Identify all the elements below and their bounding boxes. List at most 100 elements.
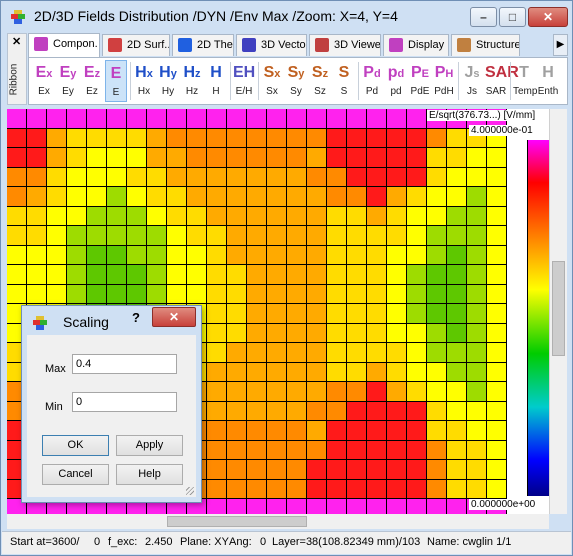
field-cell bbox=[67, 167, 87, 187]
field-cell bbox=[127, 284, 147, 304]
tab-1[interactable]: 2D Surf.. bbox=[102, 34, 170, 56]
tool-ez-button[interactable]: Ez Ez bbox=[81, 60, 103, 102]
field-cell bbox=[407, 440, 427, 460]
field-cell bbox=[207, 343, 227, 363]
tool-ex-button[interactable]: Ex Ex bbox=[33, 60, 55, 102]
field-cell bbox=[247, 382, 267, 402]
tool-hz-button[interactable]: Hz Hz bbox=[181, 60, 203, 102]
tool-glyph-sub: z bbox=[94, 68, 101, 80]
field-cell bbox=[427, 343, 447, 363]
field-cell bbox=[427, 401, 447, 421]
field-cell bbox=[107, 245, 127, 265]
dialog-close-button[interactable]: ✕ bbox=[152, 307, 196, 327]
field-cell bbox=[307, 323, 327, 343]
field-cell bbox=[407, 479, 427, 499]
field-cell bbox=[447, 401, 467, 421]
field-cell bbox=[387, 245, 407, 265]
field-cell bbox=[467, 206, 487, 226]
help-button[interactable]: Help bbox=[116, 464, 183, 485]
ok-button[interactable]: OK bbox=[42, 435, 109, 456]
field-cell bbox=[367, 148, 387, 168]
tool-e-h-button[interactable]: EH E/H bbox=[233, 60, 255, 102]
tool-glyph-icon: Sz bbox=[309, 60, 331, 86]
close-button[interactable]: ✕ bbox=[528, 7, 568, 27]
tab-0[interactable]: Compon. bbox=[28, 33, 100, 57]
tool-pdh-button[interactable]: PH PdH bbox=[433, 60, 455, 102]
tool-enth-button[interactable]: H Enth bbox=[537, 60, 559, 102]
tool-sar-button[interactable]: SAR SAR bbox=[485, 60, 519, 102]
field-cell bbox=[487, 460, 507, 480]
tool-h-button[interactable]: HH bbox=[205, 60, 227, 102]
max-input[interactable] bbox=[72, 354, 177, 374]
field-cell bbox=[287, 128, 307, 148]
field-cell bbox=[27, 167, 47, 187]
field-cell bbox=[247, 401, 267, 421]
field-cell bbox=[327, 499, 347, 514]
tool-temp-button[interactable]: T Temp bbox=[513, 60, 538, 102]
min-input[interactable] bbox=[72, 392, 177, 412]
tool-label: Temp bbox=[513, 86, 538, 97]
field-cell bbox=[327, 323, 347, 343]
tab-scroll-right-button[interactable]: ▶ bbox=[553, 34, 568, 56]
field-cell bbox=[7, 109, 27, 129]
field-cell bbox=[407, 421, 427, 441]
tab-2[interactable]: 2D Ther. bbox=[172, 34, 234, 56]
tab-6[interactable]: Structure bbox=[451, 34, 520, 56]
field-cell bbox=[427, 206, 447, 226]
maximize-button[interactable]: □ bbox=[499, 7, 526, 27]
field-cell bbox=[267, 128, 287, 148]
field-cell bbox=[487, 226, 507, 246]
tool-pd-button[interactable]: pd pd bbox=[385, 60, 407, 102]
resize-grip[interactable] bbox=[186, 487, 194, 495]
apply-button[interactable]: Apply bbox=[116, 435, 183, 456]
field-cell bbox=[387, 382, 407, 402]
field-cell bbox=[367, 226, 387, 246]
field-cell bbox=[247, 440, 267, 460]
field-cell bbox=[247, 128, 267, 148]
field-cell bbox=[207, 323, 227, 343]
tool-pd-button[interactable]: Pd Pd bbox=[361, 60, 383, 102]
minimize-button[interactable]: – bbox=[470, 7, 497, 27]
tab-3[interactable]: 3D Vector bbox=[236, 34, 307, 56]
tool-pde-button[interactable]: PE PdE bbox=[409, 60, 431, 102]
tool-e-button[interactable]: EE bbox=[105, 60, 127, 102]
field-cell bbox=[507, 343, 527, 363]
field-cell bbox=[287, 167, 307, 187]
field-cell bbox=[347, 265, 367, 285]
ribbon-collapse-button[interactable]: ✕ bbox=[12, 35, 21, 48]
tab-4[interactable]: 3D Viewer bbox=[309, 34, 381, 56]
tool-sx-button[interactable]: Sx Sx bbox=[261, 60, 283, 102]
field-cell bbox=[187, 226, 207, 246]
field-cell bbox=[187, 109, 207, 129]
tool-js-button[interactable]: Js Js bbox=[461, 60, 483, 102]
field-cell bbox=[247, 323, 267, 343]
vertical-scrollbar[interactable] bbox=[549, 109, 567, 514]
field-cell bbox=[7, 128, 27, 148]
field-cell bbox=[167, 284, 187, 304]
viewer-icon bbox=[315, 38, 329, 52]
field-cell bbox=[107, 109, 127, 129]
status-ang-label: Ang: bbox=[229, 536, 252, 548]
tool-hx-button[interactable]: Hx Hx bbox=[133, 60, 155, 102]
field-cell bbox=[287, 187, 307, 207]
horizontal-scrollbar[interactable] bbox=[7, 514, 549, 529]
cancel-button[interactable]: Cancel bbox=[42, 464, 109, 485]
min-label: Min bbox=[45, 401, 63, 413]
help-icon[interactable]: ? bbox=[132, 310, 140, 325]
tool-sz-button[interactable]: Sz Sz bbox=[309, 60, 331, 102]
app-window: 2D/3D Fields Distribution /DYN /Env Max … bbox=[0, 0, 573, 556]
tool-s-button[interactable]: SS bbox=[333, 60, 355, 102]
tool-hy-button[interactable]: Hy Hy bbox=[157, 60, 179, 102]
vertical-scroll-thumb[interactable] bbox=[552, 261, 565, 356]
field-cell bbox=[347, 323, 367, 343]
tab-5[interactable]: Display bbox=[383, 34, 449, 56]
tool-ey-button[interactable]: Ey Ey bbox=[57, 60, 79, 102]
field-cell bbox=[27, 206, 47, 226]
field-cell bbox=[327, 304, 347, 324]
tool-sy-button[interactable]: Sy Sy bbox=[285, 60, 307, 102]
horizontal-scroll-thumb[interactable] bbox=[167, 516, 307, 527]
field-cell bbox=[507, 187, 527, 207]
field-cell bbox=[427, 479, 447, 499]
field-cell bbox=[227, 226, 247, 246]
field-cell bbox=[87, 109, 107, 129]
